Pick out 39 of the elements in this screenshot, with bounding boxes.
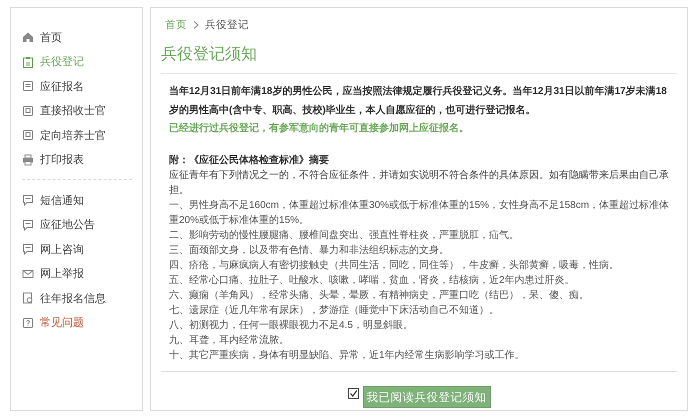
list-item: 三、面颈部文身，以及带有色情、暴力和非法组织标志的文身。 [169, 244, 450, 258]
sidebar-item[interactable]: 网上咨询 [22, 237, 142, 262]
sidebar-item[interactable]: 短信通知 [22, 188, 142, 212]
intro-text: 应征青年有下列情况之一的，不符合应征条件，并请如实说明不符合条件的具体原因。如有隐瞒带来后果由自己承担。 [169, 168, 670, 198]
list-item: 六、癫痫（羊角风），经常头痛、头晕，晕厥，有精神病史，严重口吃（结巴），呆、傻、痴。 [169, 288, 590, 303]
list-item: 九、耳聋，耳内经常流脓。 [169, 334, 290, 348]
agree-checkbox[interactable] [348, 388, 358, 398]
chat-icon [22, 243, 34, 256]
chat-icon [22, 218, 34, 231]
standard-heading: 附：《应征公民体格检查标准》摘要 [169, 153, 330, 168]
sidebar-item[interactable]: 应征地公告 [22, 212, 142, 237]
page-title: 兵役登记须知 [161, 44, 677, 74]
list-item: 七、遗尿症（近几年常有尿床），梦游症（睡觉中下床活动自己不知道）。 [169, 304, 500, 318]
sidebar-item[interactable]: 定向培养士官 [22, 123, 142, 148]
chevron-icon [193, 21, 199, 29]
printer-icon [22, 154, 34, 166]
mail-icon [22, 268, 34, 280]
question-icon [22, 316, 34, 329]
list-item: 八、初测视力，任何一眼裸眼视力不足4.5，明显斜眼。 [169, 318, 414, 333]
sidebar-item[interactable]: 应征报名 [22, 74, 142, 98]
home-icon [22, 31, 34, 44]
document-icon [22, 80, 34, 92]
clipboard-icon [22, 56, 34, 68]
sidebar-item[interactable]: 网上举报 [22, 262, 142, 286]
chat-icon [22, 194, 34, 206]
notice-text: 当年12月31日前年满18岁的男性公民，应当按照法律规定履行兵役登记义务。当年12月31日以前年满17岁未满18岁的男性高中(含中专、职高、技校)毕业生，本人自愿应征的，也可进行登记报名。 [169, 84, 668, 118]
note-text: 已经进行过兵役登记，有参军意向的青年可直接参加网上应征报名。 [169, 121, 470, 136]
sidebar-item[interactable]: 打印报表 [22, 148, 142, 172]
list-item: 五、经常心口痛、拉肚子、吐酸水、咳嗽，哮喘，贫血，肾炎，结核病，近2年内患过肝炎。 [169, 274, 576, 288]
list-item: 四、疥疮，与麻疯病人有密切接触史（共同生活，同吃，同住等），牛皮癣，头部黄癣，吸毒，性病。 [169, 258, 620, 273]
sidebar-item[interactable]: 首页 [22, 25, 142, 50]
sidebar-item[interactable]: 直接招收士官 [22, 98, 142, 123]
list-item: 二、影响劳动的慢性腰腿痛、腰椎间盘突出、强直性脊柱炎，严重脱肛，疝气。 [169, 228, 520, 243]
list-item: 一、男性身高不足160cm，体重超过标准体重30%或低于标准体重的15%，女性身高不足158cm，体重超过标准体重20%或低于标准体重的15%。 [169, 198, 670, 228]
sidebar-item[interactable]: 往年报名信息 [22, 286, 142, 310]
list-item: 十、其它严重疾病，身体有明显缺陷、异常，近1年内经常生病影响学习或工作。 [169, 348, 526, 363]
document-icon [22, 292, 34, 304]
sidebar-item[interactable]: 常见问题 [22, 310, 142, 335]
breadcrumb-current: 兵役登记 [205, 18, 249, 32]
